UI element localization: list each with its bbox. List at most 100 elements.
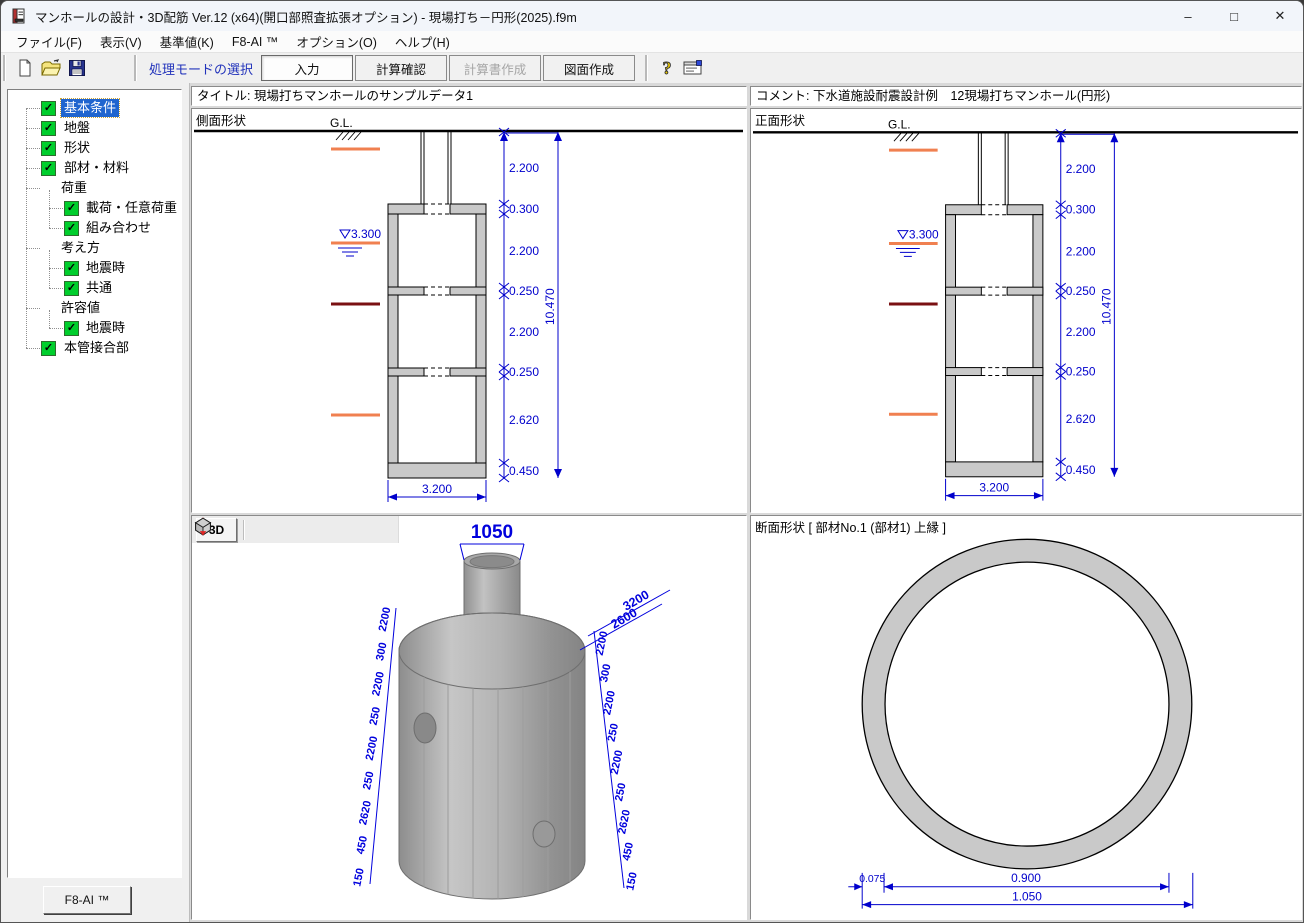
tree-line	[26, 248, 40, 249]
menu-item-4[interactable]: オプション(O)	[287, 30, 386, 53]
help-button[interactable]: ?	[654, 56, 680, 80]
section-drawing: 0.9000.0751.050	[751, 516, 1301, 919]
tree-line	[26, 108, 40, 109]
mode-button-2: 計算書作成	[449, 55, 541, 81]
svg-text:2.200: 2.200	[509, 161, 539, 175]
sidebar-item-8[interactable]: 地震時	[83, 259, 128, 277]
svg-text:2200: 2200	[601, 690, 618, 716]
three-d-drawing[interactable]: 1050320026002200300220025022002502620450…	[192, 516, 746, 919]
help-icon: ?	[657, 57, 677, 79]
menu-item-0[interactable]: ファイル(F)	[7, 30, 91, 53]
sidebar: ✓基本条件✓地盤✓形状✓部材・材料荷重✓載荷・任意荷重✓組み合わせ考え方✓地震時…	[1, 83, 190, 922]
menu-bar: ファイル(F)表示(V)基準値(K)F8-AI ™オプション(O)ヘルプ(H)	[1, 31, 1303, 53]
menu-item-3[interactable]: F8-AI ™	[223, 33, 288, 51]
svg-text:3.200: 3.200	[979, 481, 1009, 495]
svg-text:2200: 2200	[609, 749, 626, 775]
open-file-button[interactable]	[38, 56, 64, 80]
tree-checkbox[interactable]: ✓	[41, 121, 56, 136]
sidebar-item-5[interactable]: 載荷・任意荷重	[83, 199, 180, 217]
svg-text:450: 450	[355, 835, 371, 855]
sidebar-item-7[interactable]: 考え方	[58, 239, 103, 257]
tree-checkbox[interactable]: ✓	[41, 161, 56, 176]
tree-checkbox[interactable]: ✓	[41, 341, 56, 356]
svg-text:250: 250	[613, 782, 629, 802]
save-button[interactable]	[64, 56, 90, 80]
mode-toolbar-group: 処理モードの選択 入力計算確認計算書作成図面作成	[136, 55, 643, 81]
close-button[interactable]: ✕	[1257, 1, 1303, 31]
tree-line	[49, 288, 63, 289]
title-strip: タイトル: 現場打ちマンホールのサンプルデータ1	[191, 86, 747, 106]
tree-row: ✓ 部材・材料	[8, 158, 181, 178]
svg-text:0.250: 0.250	[1066, 284, 1096, 298]
tree-checkbox[interactable]: ✓	[64, 221, 79, 236]
svg-text:0.250: 0.250	[509, 284, 539, 298]
svg-text:250: 250	[368, 706, 384, 726]
save-floppy-icon	[67, 58, 87, 78]
svg-text:2.200: 2.200	[1066, 325, 1096, 339]
tree-checkbox[interactable]: ✓	[64, 201, 79, 216]
svg-text:G.L.: G.L.	[888, 117, 911, 131]
svg-text:150: 150	[624, 871, 640, 891]
menu-item-5[interactable]: ヘルプ(H)	[386, 30, 459, 53]
sidebar-item-2[interactable]: 形状	[61, 139, 93, 157]
tree-checkbox[interactable]: ✓	[41, 141, 56, 156]
mode-button-0[interactable]: 入力	[261, 55, 353, 81]
tree-row: ✓ 本管接合部	[8, 338, 181, 358]
svg-text:0.450: 0.450	[1066, 463, 1096, 477]
sidebar-item-11[interactable]: 地震時	[83, 319, 128, 337]
cube-view-bottom-button[interactable]	[373, 518, 398, 541]
sidebar-item-1[interactable]: 地盤	[61, 119, 93, 137]
minimize-button[interactable]: –	[1165, 1, 1211, 31]
svg-text:2.200: 2.200	[509, 325, 539, 339]
svg-text:10.470: 10.470	[1099, 288, 1113, 325]
tree-line	[26, 148, 40, 149]
menu-item-1[interactable]: 表示(V)	[91, 30, 151, 53]
sidebar-item-12[interactable]: 本管接合部	[61, 339, 132, 357]
side-view-header: 側面形状	[196, 110, 246, 129]
tree-row: ✓ 基本条件	[8, 98, 181, 118]
svg-text:2.200: 2.200	[1066, 244, 1096, 258]
title-bar: マンホールの設計・3D配筋 Ver.12 (x64)(開口部照査拡張オプション)…	[1, 1, 1303, 32]
svg-text:2.620: 2.620	[509, 413, 539, 427]
svg-text:2.200: 2.200	[1066, 162, 1096, 176]
tree-row: 荷重	[8, 178, 181, 198]
front-view-drawing: G.L.3.3002.2000.3002.2000.2502.2000.2502…	[751, 109, 1301, 512]
cube-view-left-button[interactable]	[298, 518, 323, 541]
cube-view-top-button[interactable]	[348, 518, 373, 541]
new-file-button[interactable]	[12, 56, 38, 80]
side-view-drawing: G.L.3.3002.2000.3002.2000.2502.2000.2502…	[192, 109, 746, 512]
svg-text:2200: 2200	[364, 735, 381, 761]
f8ai-button[interactable]: F8-AI ™	[43, 886, 131, 914]
svg-text:0.300: 0.300	[509, 202, 539, 216]
tree-line	[26, 308, 40, 309]
mode-button-1[interactable]: 計算確認	[355, 55, 447, 81]
mode-button-3[interactable]: 図面作成	[543, 55, 635, 81]
sidebar-item-0[interactable]: 基本条件	[61, 99, 119, 117]
cube-view-front-button[interactable]	[248, 518, 273, 541]
tree-checkbox[interactable]: ✓	[64, 321, 79, 336]
sidebar-item-3[interactable]: 部材・材料	[61, 159, 132, 177]
tree-checkbox[interactable]: ✓	[64, 261, 79, 276]
sidebar-item-10[interactable]: 許容値	[58, 299, 103, 317]
cube-view-back-button[interactable]	[273, 518, 298, 541]
svg-text:0.250: 0.250	[509, 365, 539, 379]
sidebar-item-6[interactable]: 組み合わせ	[83, 219, 154, 237]
tree-checkbox[interactable]: ✓	[64, 281, 79, 296]
menu-item-2[interactable]: 基準値(K)	[151, 30, 223, 53]
tree-line	[49, 228, 63, 229]
cube-view-bottom-icon	[192, 516, 214, 537]
sidebar-item-9[interactable]: 共通	[83, 279, 115, 297]
maximize-button[interactable]: □	[1211, 1, 1257, 31]
tree-checkbox[interactable]: ✓	[41, 101, 56, 116]
three-d-panel: 3D 1050320026002200300220025022002502620…	[191, 515, 747, 920]
cube-view-right-button[interactable]	[323, 518, 348, 541]
side-view-panel: 側面形状 G.L.3.3002.2000.3002.2000.2502.2000…	[191, 108, 747, 513]
svg-text:250: 250	[606, 722, 622, 742]
navigation-tree: ✓基本条件✓地盤✓形状✓部材・材料荷重✓載荷・任意荷重✓組み合わせ考え方✓地震時…	[7, 89, 182, 878]
section-panel: 断面形状 [ 部材No.1 (部材1) 上縁 ] 0.9000.0751.050	[750, 515, 1302, 920]
about-button[interactable]	[680, 56, 706, 80]
comment-strip: コメント: 下水道施設耐震設計例 12現場打ちマンホール(円形)	[750, 86, 1302, 106]
sidebar-item-4[interactable]: 荷重	[58, 179, 90, 197]
app-window: マンホールの設計・3D配筋 Ver.12 (x64)(開口部照査拡張オプション)…	[0, 0, 1304, 923]
svg-text:2620: 2620	[616, 809, 633, 835]
